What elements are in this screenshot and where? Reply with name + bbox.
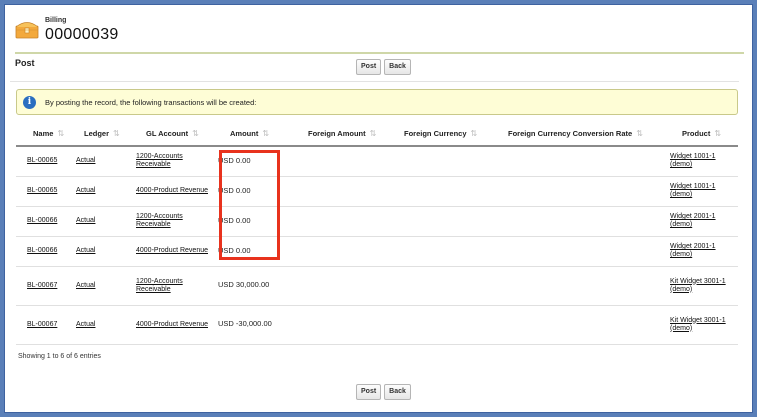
record-header: Billing 00000039 bbox=[15, 11, 735, 47]
object-type-label: Billing bbox=[45, 17, 67, 24]
table-row: BL-00066 Actual 1200-Accounts Receivable… bbox=[16, 206, 738, 237]
sort-icon: ⇅ bbox=[262, 128, 270, 138]
foreign-amount-cell bbox=[294, 236, 390, 267]
gl-account-link[interactable]: 1200-Accounts Receivable bbox=[136, 153, 183, 168]
gl-account-link[interactable]: 1200-Accounts Receivable bbox=[136, 213, 183, 228]
product-link[interactable]: Widget 2001-1 (demo) bbox=[670, 213, 716, 228]
gl-account-link[interactable]: 4000-Product Revenue bbox=[136, 321, 208, 328]
amount-cell: USD 0.00 bbox=[218, 185, 251, 195]
post-button[interactable]: Post bbox=[356, 59, 382, 75]
column-header-foreign-currency[interactable]: Foreign Currency ⇅ bbox=[390, 121, 494, 147]
column-header-gl-account[interactable]: GL Account ⇅ bbox=[132, 121, 214, 147]
gl-account-link[interactable]: 4000-Product Revenue bbox=[136, 187, 208, 194]
info-message: i By posting the record, the following t… bbox=[16, 89, 738, 115]
table-row: BL-00067 Actual 1200-Accounts Receivable… bbox=[16, 266, 738, 306]
table-row: BL-00066 Actual 4000-Product Revenue USD… bbox=[16, 236, 738, 267]
column-header-foreign-amount[interactable]: Foreign Amount ⇅ bbox=[294, 121, 390, 147]
header-divider bbox=[15, 52, 744, 54]
amount-cell: USD 0.00 bbox=[218, 155, 251, 165]
foreign-currency-cell bbox=[390, 146, 494, 177]
product-link[interactable]: Kit Widget 3001-1 (demo) bbox=[670, 317, 726, 332]
info-message-text: By posting the record, the following tra… bbox=[45, 98, 257, 107]
section-title: Post bbox=[15, 58, 35, 68]
foreign-amount-cell bbox=[294, 176, 390, 207]
conversion-rate-cell bbox=[494, 206, 666, 237]
record-title: 00000039 bbox=[45, 26, 119, 43]
column-header-ledger[interactable]: Ledger ⇅ bbox=[72, 121, 132, 147]
foreign-currency-cell bbox=[390, 266, 494, 306]
post-button[interactable]: Post bbox=[356, 384, 382, 400]
table-row: BL-00065 Actual 1200-Accounts Receivable… bbox=[16, 146, 738, 177]
column-header-amount[interactable]: Amount ⇅ bbox=[214, 121, 294, 147]
info-icon: i bbox=[23, 96, 36, 109]
top-button-row: Post Back bbox=[356, 59, 411, 75]
product-link[interactable]: Widget 1001-1 (demo) bbox=[670, 153, 716, 168]
foreign-amount-cell bbox=[294, 146, 390, 177]
sort-icon: ⇅ bbox=[714, 128, 722, 138]
ledger-link[interactable]: Actual bbox=[76, 321, 95, 328]
column-header-conversion-rate[interactable]: Foreign Currency Conversion Rate ⇅ bbox=[494, 121, 666, 147]
amount-cell: USD -30,000.00 bbox=[218, 319, 272, 328]
ledger-link[interactable]: Actual bbox=[76, 247, 95, 254]
entries-count-text: Showing 1 to 6 of 6 entries bbox=[18, 353, 101, 360]
bottom-button-row: Post Back bbox=[356, 384, 411, 400]
table-row: BL-00067 Actual 4000-Product Revenue USD… bbox=[16, 305, 738, 345]
column-header-product[interactable]: Product ⇅ bbox=[666, 121, 738, 147]
gl-account-link[interactable]: 4000-Product Revenue bbox=[136, 247, 208, 254]
conversion-rate-cell bbox=[494, 266, 666, 306]
sort-icon: ⇅ bbox=[369, 128, 377, 138]
sort-icon: ⇅ bbox=[470, 128, 478, 138]
product-link[interactable]: Kit Widget 3001-1 (demo) bbox=[670, 278, 726, 293]
ledger-link[interactable]: Actual bbox=[76, 187, 95, 194]
section-divider bbox=[10, 81, 739, 82]
conversion-rate-cell bbox=[494, 236, 666, 267]
table-header-row: Name ⇅ Ledger ⇅ GL Account ⇅ Amount ⇅ Foreig… bbox=[16, 121, 738, 147]
amount-cell: USD 30,000.00 bbox=[218, 280, 270, 289]
foreign-currency-cell bbox=[390, 176, 494, 207]
name-link[interactable]: BL-00067 bbox=[27, 321, 57, 328]
sort-icon: ⇅ bbox=[636, 128, 643, 138]
name-link[interactable]: BL-00066 bbox=[27, 217, 57, 224]
back-button[interactable]: Back bbox=[384, 384, 411, 400]
conversion-rate-cell bbox=[494, 146, 666, 177]
foreign-currency-cell bbox=[390, 236, 494, 267]
name-link[interactable]: BL-00065 bbox=[27, 187, 57, 194]
product-link[interactable]: Widget 1001-1 (demo) bbox=[670, 183, 716, 198]
name-link[interactable]: BL-00066 bbox=[27, 247, 57, 254]
sort-icon: ⇅ bbox=[57, 128, 65, 138]
conversion-rate-cell bbox=[494, 305, 666, 345]
foreign-currency-cell bbox=[390, 206, 494, 237]
table-row: BL-00065 Actual 4000-Product Revenue USD… bbox=[16, 176, 738, 207]
conversion-rate-cell bbox=[494, 176, 666, 207]
back-button[interactable]: Back bbox=[384, 59, 411, 75]
name-link[interactable]: BL-00067 bbox=[27, 282, 57, 289]
transactions-table: Name ⇅ Ledger ⇅ GL Account ⇅ Amount ⇅ Foreig… bbox=[16, 121, 738, 345]
name-link[interactable]: BL-00065 bbox=[27, 157, 57, 164]
gl-account-link[interactable]: 1200-Accounts Receivable bbox=[136, 278, 183, 293]
ledger-link[interactable]: Actual bbox=[76, 157, 95, 164]
foreign-amount-cell bbox=[294, 305, 390, 345]
foreign-amount-cell bbox=[294, 206, 390, 237]
ledger-link[interactable]: Actual bbox=[76, 282, 95, 289]
product-link[interactable]: Widget 2001-1 (demo) bbox=[670, 243, 716, 258]
sort-icon: ⇅ bbox=[192, 128, 199, 138]
amount-cell: USD 0.00 bbox=[218, 245, 251, 255]
foreign-amount-cell bbox=[294, 266, 390, 306]
treasure-chest-icon bbox=[15, 19, 39, 39]
column-header-name[interactable]: Name ⇅ bbox=[16, 121, 72, 147]
amount-cell: USD 0.00 bbox=[218, 215, 251, 225]
ledger-link[interactable]: Actual bbox=[76, 217, 95, 224]
foreign-currency-cell bbox=[390, 305, 494, 345]
sort-icon: ⇅ bbox=[113, 128, 120, 138]
